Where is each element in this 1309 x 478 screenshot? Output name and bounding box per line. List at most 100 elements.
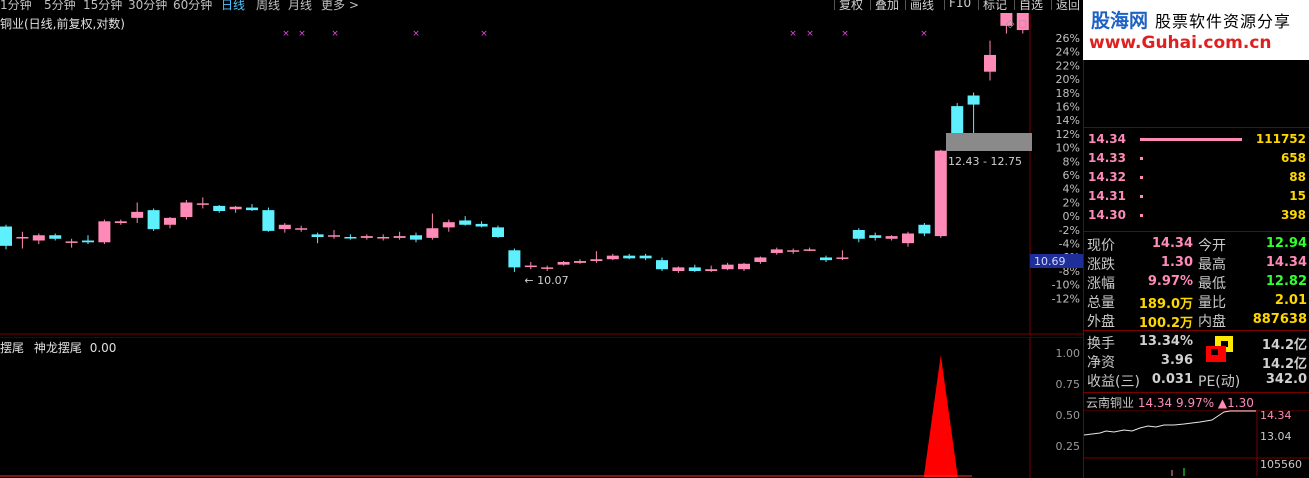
candle-body	[721, 264, 734, 270]
order-book-row: 14.30 398	[1084, 206, 1309, 225]
percent-tick-label: 22%	[1056, 59, 1080, 72]
indicator-tick-label: 0.75	[1056, 378, 1081, 391]
candle-body	[918, 224, 931, 234]
candle-body	[557, 261, 570, 265]
price-range-box	[946, 133, 1032, 151]
candle-body	[410, 235, 422, 240]
period-tab[interactable]: 月线	[288, 0, 312, 12]
candle-body	[590, 259, 603, 262]
separator	[1084, 231, 1309, 232]
candle-body	[180, 202, 193, 217]
quote-row: 现价 14.34 今开 12.94	[1084, 235, 1309, 254]
order-book-row: 14.34 111752	[1084, 130, 1309, 149]
indicator-tick-label: 0.50	[1056, 409, 1081, 422]
toolbar-button[interactable]: 叠加	[870, 0, 899, 12]
order-volume: 88	[1289, 170, 1306, 184]
mini-price-change: 14.34 9.97% ▲1.30	[1134, 396, 1254, 410]
candle-body	[672, 267, 685, 272]
period-tab[interactable]: 60分钟	[173, 0, 212, 12]
candle-body	[393, 236, 406, 238]
toolbar-button[interactable]: 画线	[905, 0, 934, 12]
mini-stock-name: 云南铜业	[1086, 396, 1135, 410]
period-tab[interactable]: 5分钟	[44, 0, 76, 12]
candle-body	[328, 235, 340, 237]
quote-row: 涨幅 9.97% 最低 12.82	[1084, 273, 1309, 292]
mini-volume-label: 105560	[1260, 458, 1302, 471]
quote-value: 14.34	[1151, 236, 1193, 251]
quote-value: 3.96	[1160, 353, 1193, 368]
indicator-title: 摆尾 神龙摆尾 0.00	[0, 339, 116, 356]
candle-body	[344, 237, 357, 239]
order-volume-bar	[1140, 176, 1143, 179]
order-price: 14.32	[1088, 170, 1126, 184]
percent-tick-label: 12%	[1056, 128, 1080, 141]
quote-value: 12.82	[1265, 274, 1307, 289]
indicator-tick-label: 1.00	[1056, 347, 1081, 360]
candle-body	[49, 235, 62, 239]
percent-tick-label: 4%	[1063, 183, 1080, 196]
candle-body	[131, 211, 144, 218]
order-book-row: 14.31 15	[1084, 187, 1309, 206]
candle-body	[459, 220, 472, 225]
main-chart-area[interactable]: 26% 24% 22% 20% 18% 16% 14% 12% 10% 8% 6% 4% 2% 0% -2%…	[0, 13, 1083, 335]
quote-row: 涨跌 1.30 最高 14.34	[1084, 254, 1309, 273]
toolbar-button[interactable]: 自选	[1014, 0, 1043, 12]
indicator-panel[interactable]: 1.00 0.75 0.50 0.25 摆尾 神龙摆尾 0.00	[0, 337, 1083, 478]
candle-body	[65, 241, 78, 243]
candle-body	[311, 234, 324, 238]
order-volume-bar	[1140, 157, 1143, 160]
period-tab[interactable]: 15分钟	[83, 0, 122, 12]
candle-body	[574, 261, 586, 263]
mini-y-mid: 13.04	[1260, 430, 1292, 443]
percent-tick-label: -12%	[1052, 292, 1080, 305]
order-volume-bar	[1140, 214, 1143, 217]
quote-label: 内盘	[1198, 314, 1226, 330]
period-tab[interactable]: 1分钟	[0, 0, 32, 12]
quote-label: 最高	[1198, 257, 1226, 273]
candle-body	[869, 235, 882, 238]
toolbar-button[interactable]: 复权	[834, 0, 863, 12]
signal-marker: ×	[841, 29, 849, 39]
candle-body	[820, 257, 832, 261]
indicator-spike	[923, 355, 958, 477]
logo-url: www.Guhai.com.cn	[1089, 33, 1272, 53]
quote-row: 外盘 100.2万 内盘 887638	[1084, 311, 1309, 331]
indicator-prefix: 摆尾	[0, 341, 25, 355]
quote-row: 收益(三) 0.031 PE(动) 342.0	[1084, 371, 1309, 390]
separator	[1084, 127, 1309, 128]
period-tab[interactable]: 更多 >	[321, 0, 359, 12]
toolbar-button[interactable]: 返回	[1051, 0, 1080, 12]
order-volume: 111752	[1255, 132, 1306, 146]
period-tab[interactable]: 30分钟	[128, 0, 167, 12]
quote-value: 12.94	[1265, 236, 1307, 251]
candle-body	[229, 206, 242, 210]
indicator-value: 0.00	[89, 341, 117, 355]
candle-body	[262, 210, 275, 231]
candle-body	[967, 95, 980, 105]
quote-label: 今开	[1198, 238, 1226, 254]
candlestick-chart: 26%24%22%20%18%16%14%12%10%8%6%4%2%0%-2%…	[0, 13, 1083, 335]
separator	[1084, 392, 1309, 393]
indicator-tick-label: 0.25	[1056, 440, 1081, 453]
signal-marker: ×	[789, 29, 797, 39]
period-tab[interactable]: 日线	[221, 0, 245, 12]
signal-marker: ×	[331, 29, 339, 39]
order-volume-bar	[1140, 138, 1242, 141]
percent-tick-label: 6%	[1063, 169, 1080, 182]
quote-label: 净资	[1087, 355, 1115, 371]
candle-body	[852, 229, 865, 239]
quote-label: PE(动)	[1198, 374, 1241, 390]
candle-body	[984, 54, 996, 72]
toolbar-button[interactable]: 标记	[978, 0, 1007, 12]
current-price-label: 10.69	[1034, 255, 1066, 268]
candle-body	[688, 267, 701, 272]
candle-body	[32, 235, 45, 241]
quote-value: 0.031	[1151, 372, 1193, 387]
signal-marker: ×	[480, 29, 488, 39]
quote-panel: 14.34 111752 14.33 658 14.32 88 14.31 15 14.30 39…	[1083, 0, 1309, 478]
toolbar-button[interactable]: F10	[944, 0, 971, 10]
candle-body	[508, 250, 521, 268]
period-tab[interactable]: 周线	[256, 0, 280, 12]
candle-body	[246, 207, 258, 211]
candle-body	[196, 203, 209, 205]
